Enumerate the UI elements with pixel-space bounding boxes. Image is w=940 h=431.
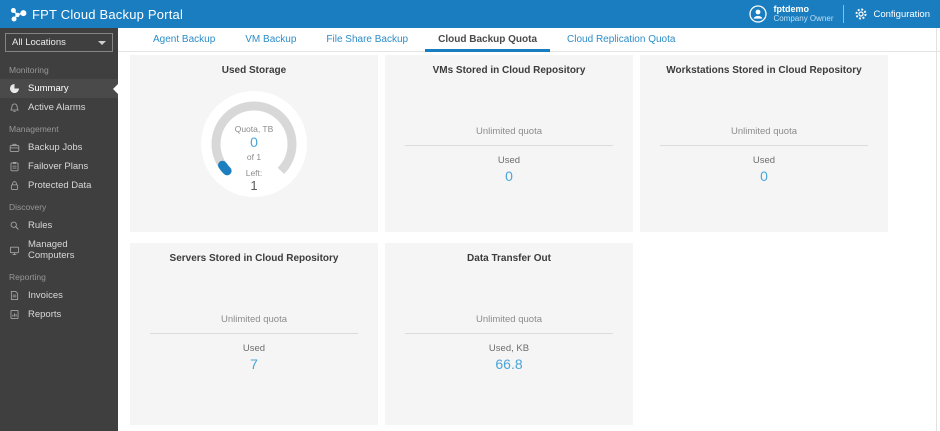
- configuration-button[interactable]: Configuration: [854, 7, 930, 21]
- tab-bar: Agent Backup VM Backup File Share Backup…: [118, 28, 940, 52]
- user-role: Company Owner: [773, 15, 833, 24]
- sidebar-item-label: Summary: [28, 83, 69, 94]
- sidebar-item-label: Backup Jobs: [28, 142, 82, 153]
- sidebar-item-label: Invoices: [28, 290, 63, 301]
- pie-chart-icon: [9, 83, 20, 94]
- section-management: Management: [0, 117, 118, 138]
- sidebar: All Locations Monitoring Summary Active …: [0, 28, 118, 431]
- used-storage-gauge: Quota, TB 0 of 1 Left: 1: [201, 91, 307, 197]
- used-label: Used: [640, 155, 888, 166]
- section-reporting: Reporting: [0, 265, 118, 286]
- used-value: 0: [385, 168, 633, 184]
- gauge-used-value: 0: [201, 134, 307, 150]
- card-title: Workstations Stored in Cloud Repository: [640, 55, 888, 76]
- sidebar-item-label: Reports: [28, 309, 61, 320]
- card-title: VMs Stored in Cloud Repository: [385, 55, 633, 76]
- card-servers-stored: Servers Stored in Cloud Repository Unlim…: [130, 243, 378, 425]
- sidebar-item-failover-plans[interactable]: Failover Plans: [0, 157, 118, 176]
- content-area: Used Storage Quota, TB 0 of 1 Left: 1: [118, 52, 940, 431]
- location-select-value: All Locations: [12, 37, 66, 48]
- quota-text: Unlimited quota: [640, 126, 888, 137]
- card-used-storage: Used Storage Quota, TB 0 of 1 Left: 1: [130, 55, 378, 232]
- sidebar-item-invoices[interactable]: Invoices: [0, 286, 118, 305]
- sidebar-item-summary[interactable]: Summary: [0, 79, 118, 98]
- scrollbar-track[interactable]: [936, 28, 937, 431]
- bell-icon: [9, 102, 20, 113]
- sidebar-item-rules[interactable]: Rules: [0, 216, 118, 235]
- sidebar-item-reports[interactable]: Reports: [0, 305, 118, 324]
- quota-text: Unlimited quota: [385, 126, 633, 137]
- divider: [150, 333, 358, 334]
- sidebar-item-label: Active Alarms: [28, 102, 86, 113]
- used-value: 0: [640, 168, 888, 184]
- main-area: Agent Backup VM Backup File Share Backup…: [118, 28, 940, 431]
- tab-cloud-backup-quota[interactable]: Cloud Backup Quota: [423, 28, 552, 51]
- card-title: Data Transfer Out: [385, 243, 633, 264]
- quota-text: Unlimited quota: [385, 314, 633, 325]
- gauge-quota-label: Quota, TB: [201, 124, 307, 134]
- app-header: FPT Cloud Backup Portal fptdemo Company …: [0, 0, 940, 28]
- gauge-left-label: Left:: [201, 168, 307, 178]
- sidebar-item-active-alarms[interactable]: Active Alarms: [0, 98, 118, 117]
- monitor-icon: [9, 245, 20, 256]
- card-title: Used Storage: [130, 55, 378, 76]
- used-value: 7: [130, 356, 378, 372]
- card-workstations-stored: Workstations Stored in Cloud Repository …: [640, 55, 888, 232]
- tab-file-share-backup[interactable]: File Share Backup: [311, 28, 423, 51]
- used-value: 66.8: [385, 356, 633, 372]
- configuration-label: Configuration: [873, 9, 930, 20]
- used-label: Used: [130, 343, 378, 354]
- quota-text: Unlimited quota: [130, 314, 378, 325]
- lock-icon: [9, 180, 20, 191]
- card-data-transfer-out: Data Transfer Out Unlimited quota Used, …: [385, 243, 633, 425]
- page-title: FPT Cloud Backup Portal: [32, 7, 183, 22]
- sidebar-item-label: Failover Plans: [28, 161, 88, 172]
- sidebar-item-backup-jobs[interactable]: Backup Jobs: [0, 138, 118, 157]
- gauge-left-value: 1: [201, 178, 307, 193]
- tab-vm-backup[interactable]: VM Backup: [230, 28, 311, 51]
- tab-agent-backup[interactable]: Agent Backup: [138, 28, 230, 51]
- tab-cloud-replication-quota[interactable]: Cloud Replication Quota: [552, 28, 690, 51]
- fpt-logo-icon: [10, 6, 27, 23]
- sidebar-item-protected-data[interactable]: Protected Data: [0, 176, 118, 195]
- gear-icon: [854, 7, 868, 21]
- section-monitoring: Monitoring: [0, 58, 118, 79]
- header-divider: [843, 5, 844, 23]
- report-icon: [9, 309, 20, 320]
- used-label: Used, KB: [385, 343, 633, 354]
- section-discovery: Discovery: [0, 195, 118, 216]
- magnifier-icon: [9, 220, 20, 231]
- used-label: Used: [385, 155, 633, 166]
- sidebar-item-managed-computers[interactable]: Managed Computers: [0, 235, 118, 265]
- sidebar-item-label: Managed Computers: [28, 239, 109, 261]
- divider: [405, 145, 613, 146]
- briefcase-icon: [9, 142, 20, 153]
- sidebar-item-label: Protected Data: [28, 180, 91, 191]
- card-title: Servers Stored in Cloud Repository: [130, 243, 378, 264]
- divider: [660, 145, 868, 146]
- sidebar-item-label: Rules: [28, 220, 52, 231]
- gauge-of-label: of 1: [201, 152, 307, 162]
- location-select[interactable]: All Locations: [5, 33, 113, 52]
- user-menu[interactable]: fptdemo Company Owner: [749, 5, 833, 24]
- clipboard-icon: [9, 161, 20, 172]
- divider: [405, 333, 613, 334]
- invoice-icon: [9, 290, 20, 301]
- card-vms-stored: VMs Stored in Cloud Repository Unlimited…: [385, 55, 633, 232]
- user-avatar-icon: [749, 5, 767, 23]
- chevron-down-icon: [98, 41, 106, 45]
